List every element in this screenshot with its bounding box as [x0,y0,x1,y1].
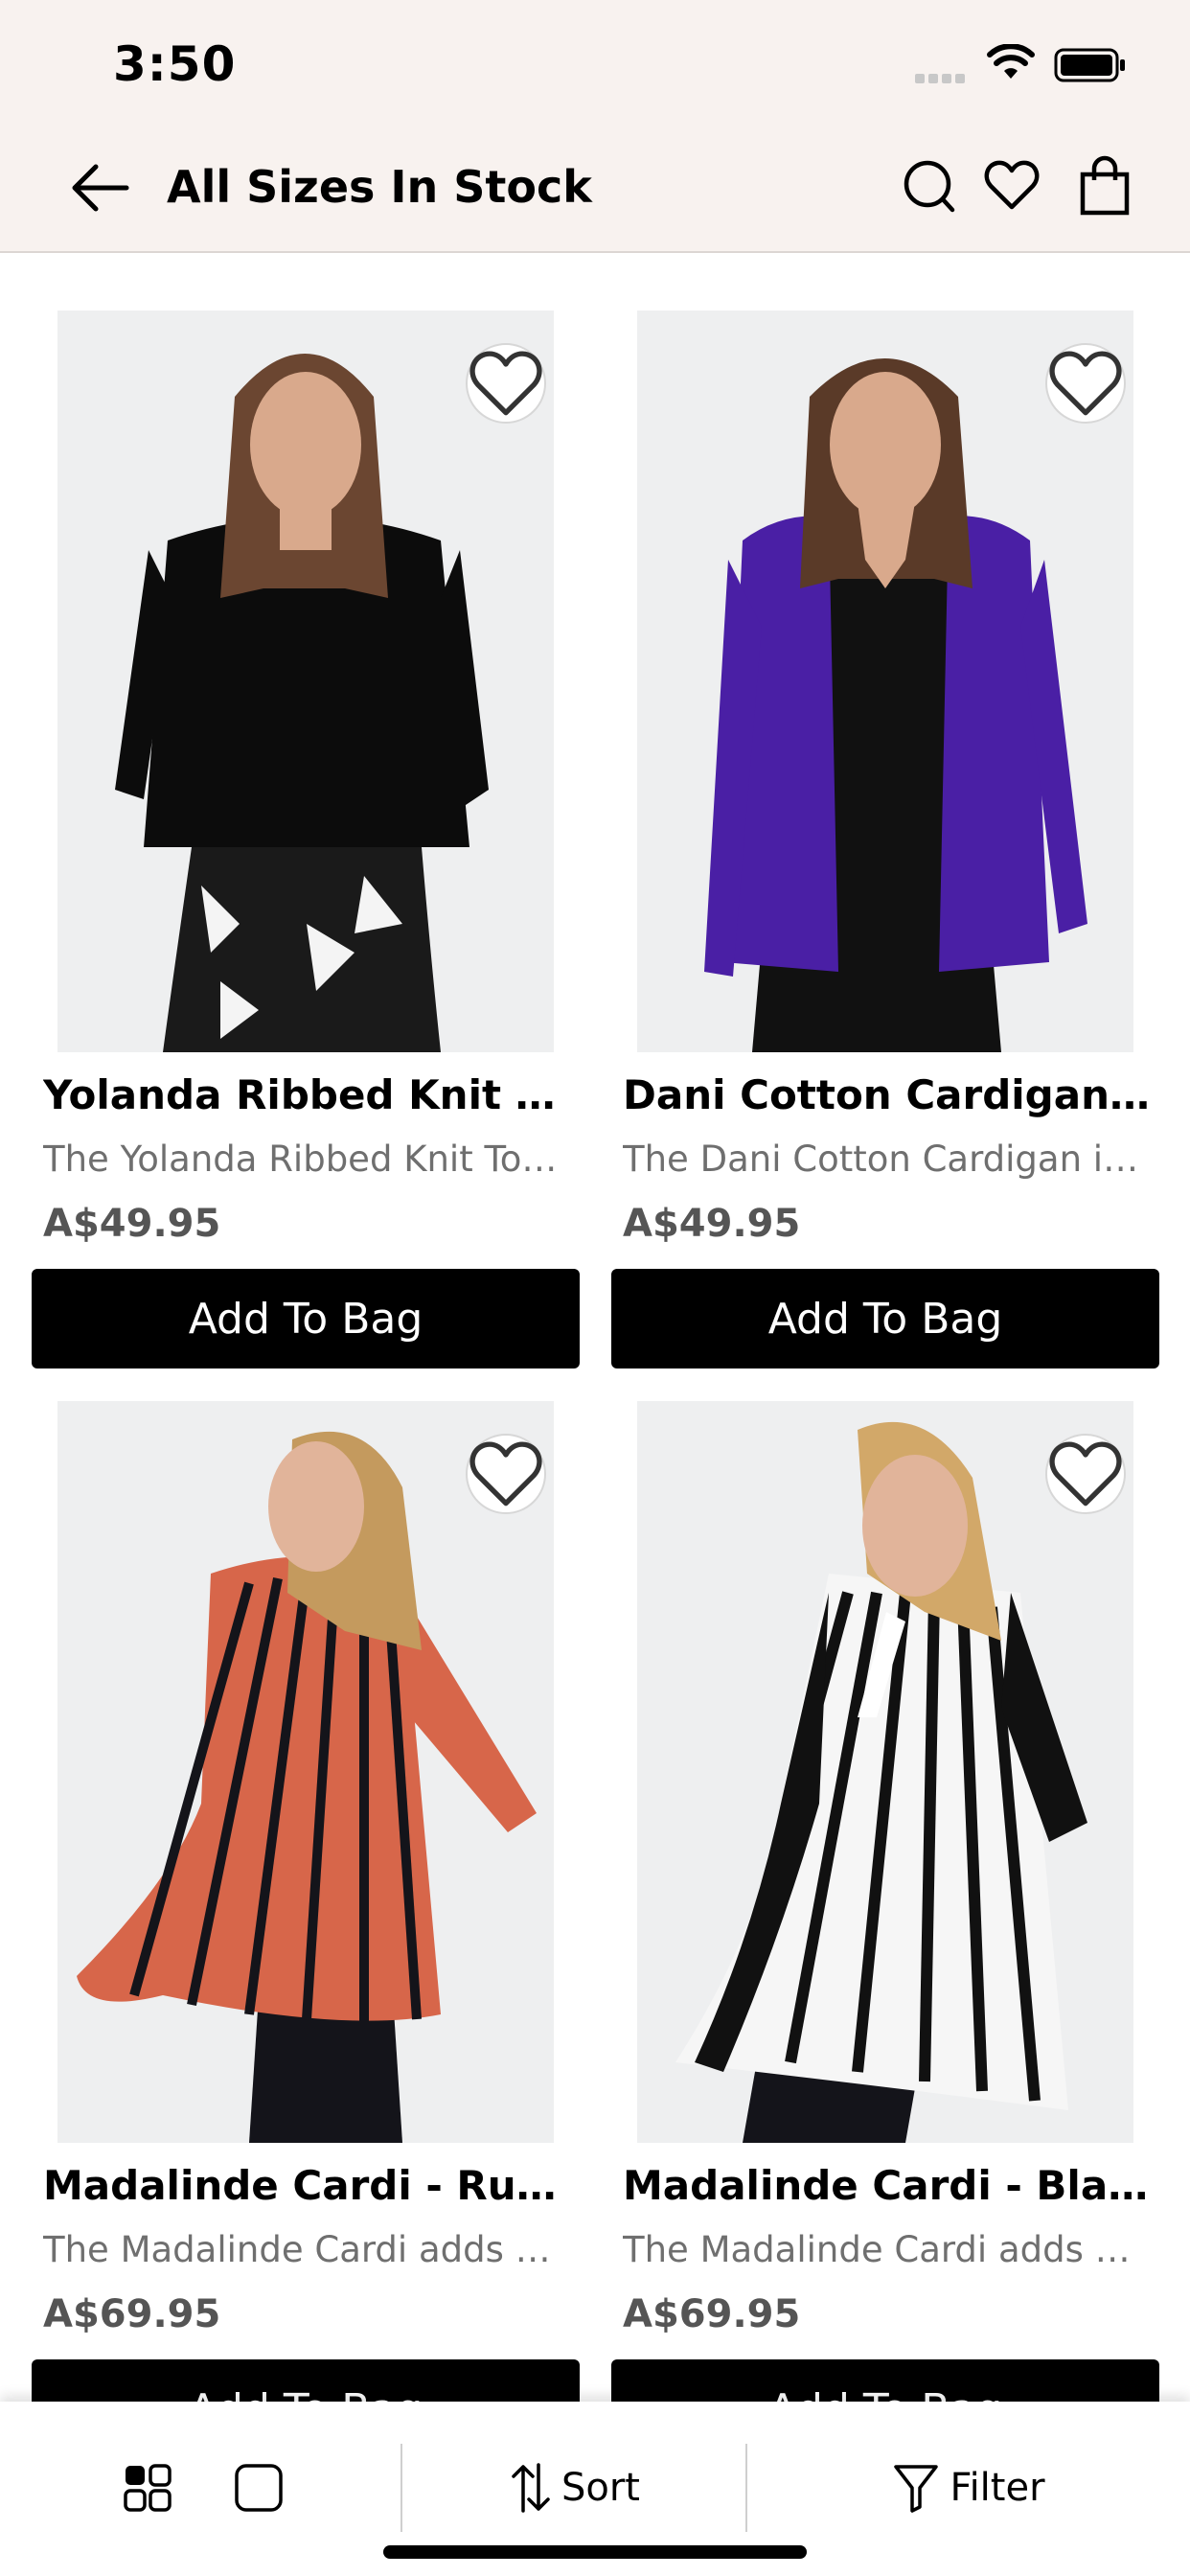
cellular-signal-icon [915,69,971,83]
product-image[interactable] [637,310,1133,1052]
product-price: A$69.95 [623,2292,801,2336]
favorite-heart-icon[interactable] [466,1434,546,1514]
favorite-heart-icon[interactable] [466,343,546,424]
product-description: The Yolanda Ribbed Knit Top is the perfe… [43,1138,572,1180]
product-image[interactable] [637,1401,1133,2143]
single-view-icon[interactable] [234,2463,284,2513]
product-image[interactable] [57,310,554,1052]
product-price: A$49.95 [43,1202,221,1246]
search-icon[interactable] [901,155,958,217]
product-name[interactable]: Dani Cotton Cardigan - Purple [623,1071,1152,1118]
sort-button[interactable]: Sort [402,2444,747,2532]
wishlist-heart-icon[interactable] [983,155,1041,217]
wifi-icon [987,44,1035,79]
page-title: All Sizes In Stock [167,161,592,213]
product-name[interactable]: Madalinde Cardi - Rust/Black [43,2162,572,2209]
status-time: 3:50 [113,36,237,92]
top-header: 3:50 All Sizes In Stock [0,0,1190,253]
back-arrow-icon[interactable] [67,159,134,217]
grid-view-icon[interactable] [123,2463,172,2513]
bottom-toolbar: Sort Filter [0,2402,1190,2576]
sort-label: Sort [561,2466,640,2510]
product-name[interactable]: Yolanda Ribbed Knit Top - Black [43,1071,572,1118]
favorite-heart-icon[interactable] [1045,343,1126,424]
favorite-heart-icon[interactable] [1045,1434,1126,1514]
battery-icon [1054,48,1125,82]
filter-funnel-icon [894,2465,939,2513]
home-indicator [383,2545,807,2559]
product-image[interactable] [57,1401,554,2143]
filter-label: Filter [950,2466,1045,2510]
product-description: The Madalinde Cardi adds a classic touch [623,2229,1152,2270]
product-price: A$49.95 [623,1202,801,1246]
product-description: The Dani Cotton Cardigan is a wardrobe e… [623,1138,1152,1180]
product-price: A$69.95 [43,2292,221,2336]
sort-arrows-icon [512,2463,550,2513]
shopping-bag-icon[interactable] [1077,155,1134,217]
filter-button[interactable]: Filter [747,2444,1190,2532]
product-description: The Madalinde Cardi adds a pop of colour [43,2229,572,2270]
product-name[interactable]: Madalinde Cardi - Black/White [623,2162,1152,2209]
add-to-bag-button[interactable]: Add To Bag [32,1269,580,1368]
add-to-bag-button[interactable]: Add To Bag [611,1269,1159,1368]
